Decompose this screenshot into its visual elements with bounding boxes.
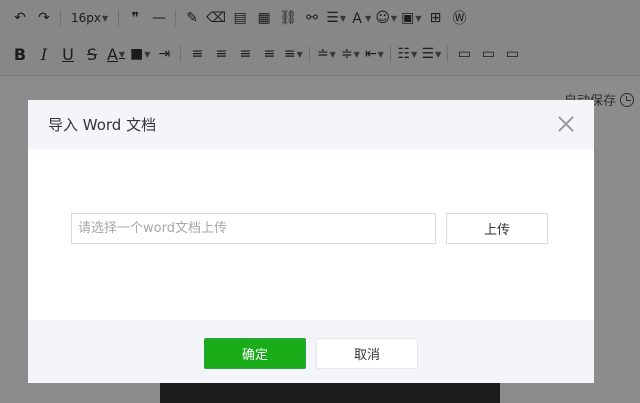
dialog-title: 导入 Word 文档 [48, 116, 157, 134]
dialog-header: 导入 Word 文档 [28, 100, 594, 149]
import-word-dialog: 导入 Word 文档 上传 确定 取消 [28, 100, 594, 383]
dialog-footer: 确定 取消 [28, 320, 594, 383]
upload-button[interactable]: 上传 [446, 213, 548, 244]
cancel-button[interactable]: 取消 [316, 338, 418, 369]
file-path-input[interactable] [71, 213, 436, 244]
confirm-button[interactable]: 确定 [204, 338, 306, 369]
close-icon[interactable] [556, 114, 576, 134]
